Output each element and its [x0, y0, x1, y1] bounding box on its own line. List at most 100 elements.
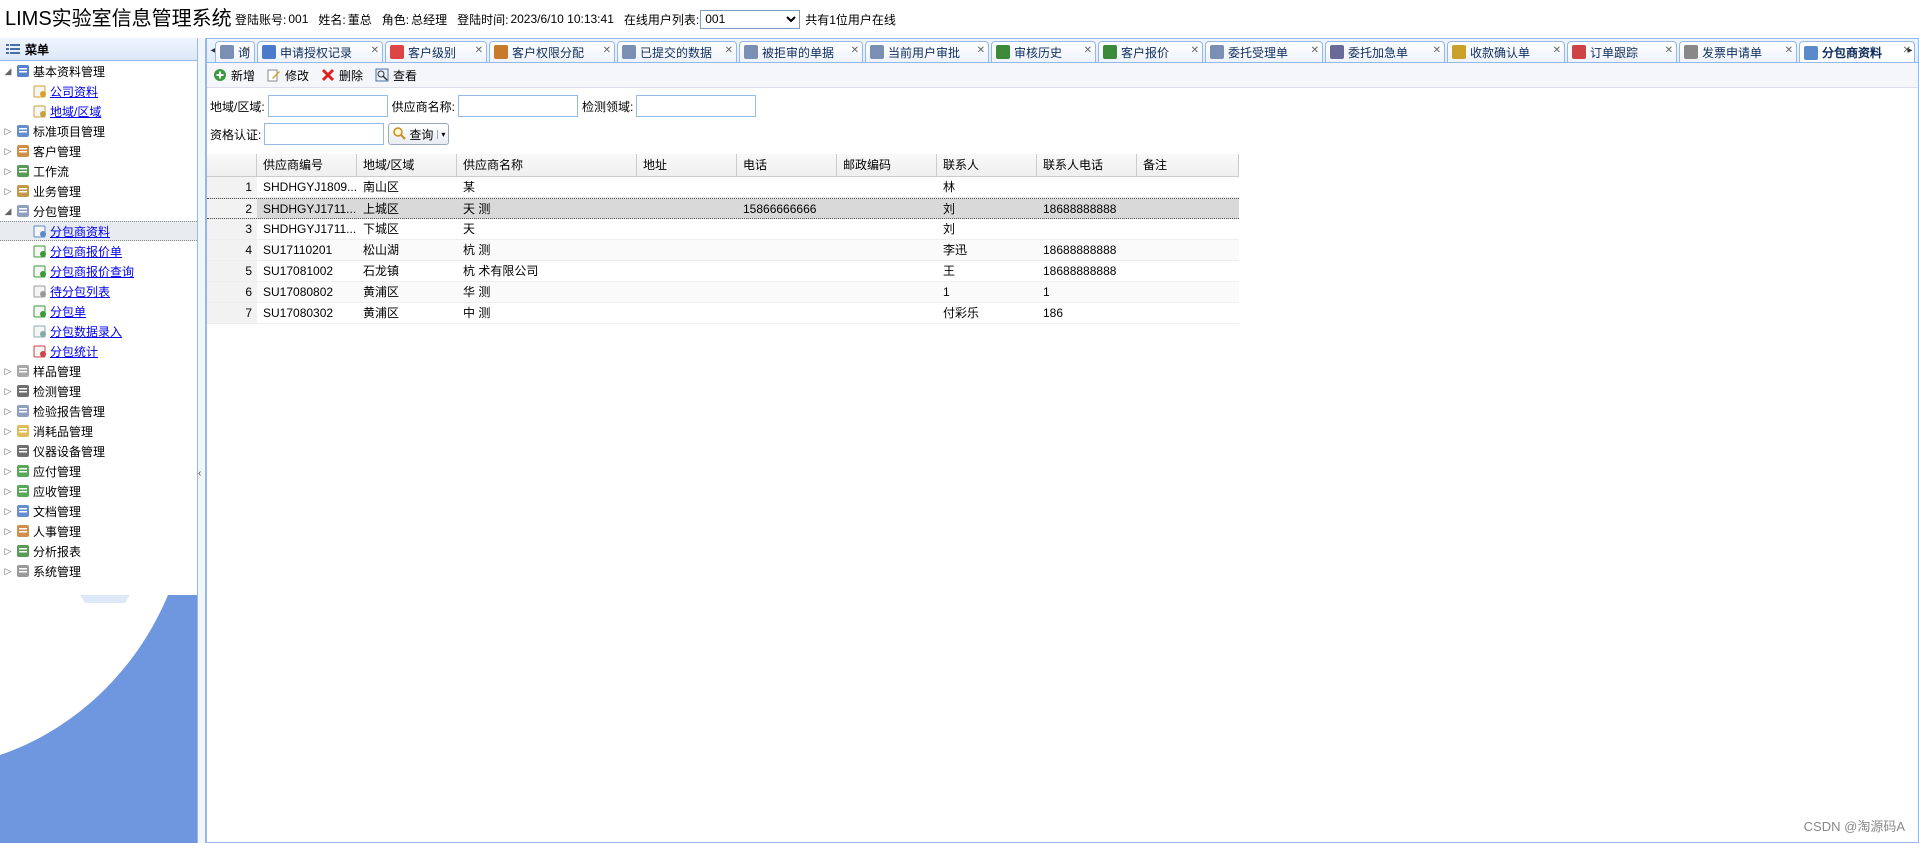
sidebar-item-0-0[interactable]: 公司资料 [0, 81, 197, 101]
tab-close-icon[interactable]: ✕ [1785, 45, 1793, 56]
tab-12[interactable]: 订单跟踪 ✕ [1567, 41, 1677, 62]
expand-icon[interactable]: ▷ [3, 186, 13, 197]
sidebar-item-5-6[interactable]: 分包统计 [0, 341, 197, 361]
tab-14[interactable]: 分包商资料 ✕ [1799, 41, 1915, 62]
sidebar-item-5-4[interactable]: 分包单 [0, 301, 197, 321]
tab-close-icon[interactable]: ✕ [1191, 45, 1199, 56]
sidebar-group-6[interactable]: ▷ 样品管理 [0, 361, 197, 381]
sidebar-group-10[interactable]: ▷ 仪器设备管理 [0, 441, 197, 461]
sidebar-group-7[interactable]: ▷ 检测管理 [0, 381, 197, 401]
sidebar-group-13[interactable]: ▷ 文档管理 [0, 501, 197, 521]
sidebar-group-2[interactable]: ▷ 客户管理 [0, 141, 197, 161]
tab-8[interactable]: 客户报价 ✕ [1098, 41, 1203, 62]
tab-10[interactable]: 委托加急单 ✕ [1325, 41, 1445, 62]
table-row[interactable]: 7 SU17080302 黄浦区 中 测 付彩乐 186 [207, 303, 1239, 324]
sidebar-item-5-5[interactable]: 分包数据录入 [0, 321, 197, 341]
sidebar-item-5-2[interactable]: 分包商报价查询 [0, 261, 197, 281]
delete-button[interactable]: 删除 [321, 67, 363, 84]
tab-5[interactable]: 被拒审的单据 ✕ [739, 41, 863, 62]
tab-11[interactable]: 收款确认单 ✕ [1447, 41, 1565, 62]
tab-close-icon[interactable]: ✕ [1665, 45, 1673, 56]
add-button[interactable]: 新增 [213, 67, 255, 84]
sidebar-group-9[interactable]: ▷ 消耗品管理 [0, 421, 197, 441]
expand-icon[interactable]: ▷ [3, 406, 13, 417]
search-button[interactable]: 查询 ▾ [388, 123, 450, 145]
collapse-icon[interactable]: ◢ [3, 66, 13, 77]
table-row[interactable]: 4 SU17110201 松山湖 杭 测 李迅 18688888888 [207, 240, 1239, 261]
tab-close-icon[interactable]: ✕ [1433, 45, 1441, 56]
edit-button[interactable]: 修改 [267, 67, 309, 84]
column-header[interactable]: 供应商编号 [257, 154, 357, 177]
expand-icon[interactable]: ▷ [3, 546, 13, 557]
tab-0[interactable]: 询 ✕ [215, 41, 255, 62]
tab-6[interactable]: 当前用户审批 ✕ [865, 41, 989, 62]
expand-icon[interactable]: ▷ [3, 166, 13, 177]
collapse-icon[interactable]: ◢ [3, 206, 13, 217]
table-row[interactable]: 6 SU17080802 黄浦区 华 测 1 1 [207, 282, 1239, 303]
table-row[interactable]: 2 SHDHGYJ1711... 上城区 天 测 15866666666 刘 1868888… [207, 198, 1239, 219]
sidebar-group-16[interactable]: ▷ 系统管理 [0, 561, 197, 581]
expand-icon[interactable]: ▷ [3, 526, 13, 537]
column-header[interactable]: 联系人 [937, 154, 1037, 177]
sidebar-item-5-3[interactable]: 待分包列表 [0, 281, 197, 301]
tab-4[interactable]: 已提交的数据 ✕ [617, 41, 737, 62]
expand-icon[interactable]: ▷ [3, 446, 13, 457]
sidebar-group-8[interactable]: ▷ 检验报告管理 [0, 401, 197, 421]
expand-icon[interactable]: ▷ [3, 506, 13, 517]
column-header[interactable]: 地域/区域 [357, 154, 457, 177]
tab-close-icon[interactable]: ✕ [475, 45, 483, 56]
tab-close-icon[interactable]: ✕ [371, 45, 379, 56]
sidebar-group-15[interactable]: ▷ 分析报表 [0, 541, 197, 561]
tab-9[interactable]: 委托受理单 ✕ [1205, 41, 1323, 62]
qualification-filter-input[interactable] [264, 123, 385, 145]
tab-close-icon[interactable]: ✕ [1311, 45, 1319, 56]
tab-scroll-right-icon[interactable]: ▸ [1904, 41, 1916, 61]
sidebar-group-3[interactable]: ▷ 工作流 [0, 161, 197, 181]
sidebar-group-4[interactable]: ▷ 业务管理 [0, 181, 197, 201]
sidebar-group-11[interactable]: ▷ 应付管理 [0, 461, 197, 481]
test-field-filter-input[interactable] [636, 95, 757, 117]
tab-close-icon[interactable]: ✕ [243, 45, 251, 56]
table-row[interactable]: 5 SU17081002 石龙镇 杭 术有限公司 王 18688888888 [207, 261, 1239, 282]
tab-close-icon[interactable]: ✕ [725, 45, 733, 56]
sidebar-splitter[interactable]: ‹ [198, 38, 206, 843]
tab-close-icon[interactable]: ✕ [977, 45, 985, 56]
tab-close-icon[interactable]: ✕ [1084, 45, 1092, 56]
column-header[interactable]: 邮政编码 [837, 154, 937, 177]
search-dropdown-icon[interactable]: ▾ [437, 129, 445, 139]
tab-1[interactable]: 申请授权记录 ✕ [257, 41, 383, 62]
column-header[interactable] [207, 154, 257, 177]
column-header[interactable]: 供应商名称 [457, 154, 637, 177]
sidebar-item-5-0[interactable]: 分包商资料 [0, 221, 197, 241]
tab-close-icon[interactable]: ✕ [603, 45, 611, 56]
tab-close-icon[interactable]: ✕ [1553, 45, 1561, 56]
table-row[interactable]: 1 SHDHGYJ1809... 南山区 某 林 [207, 177, 1239, 198]
sidebar-group-1[interactable]: ▷ 标准项目管理 [0, 121, 197, 141]
sidebar-group-12[interactable]: ▷ 应收管理 [0, 481, 197, 501]
sidebar-group-5[interactable]: ◢ 分包管理 [0, 201, 197, 221]
column-header[interactable]: 联系人电话 [1037, 154, 1137, 177]
tab-close-icon[interactable]: ✕ [851, 45, 859, 56]
table-row[interactable]: 3 SHDHGYJ1711... 下城区 天 刘 [207, 219, 1239, 240]
expand-icon[interactable]: ▷ [3, 146, 13, 157]
view-button[interactable]: 查看 [375, 67, 417, 84]
expand-icon[interactable]: ▷ [3, 366, 13, 377]
expand-icon[interactable]: ▷ [3, 386, 13, 397]
tab-13[interactable]: 发票申请单 ✕ [1679, 41, 1797, 62]
column-header[interactable]: 备注 [1137, 154, 1239, 177]
online-user-select[interactable]: 001 [700, 9, 801, 29]
sidebar-item-5-1[interactable]: 分包商报价单 [0, 241, 197, 261]
tab-3[interactable]: 客户权限分配 ✕ [489, 41, 615, 62]
tab-7[interactable]: 审核历史 ✕ [991, 41, 1096, 62]
sidebar-item-0-1[interactable]: 地域/区域 [0, 101, 197, 121]
expand-icon[interactable]: ▷ [3, 466, 13, 477]
sidebar-group-14[interactable]: ▷ 人事管理 [0, 521, 197, 541]
expand-icon[interactable]: ▷ [3, 126, 13, 137]
expand-icon[interactable]: ▷ [3, 426, 13, 437]
region-filter-input[interactable] [267, 95, 388, 117]
expand-icon[interactable]: ▷ [3, 566, 13, 577]
column-header[interactable]: 电话 [737, 154, 837, 177]
expand-icon[interactable]: ▷ [3, 486, 13, 497]
tab-2[interactable]: 客户级别 ✕ [385, 41, 487, 62]
supplier-name-filter-input[interactable] [458, 95, 579, 117]
